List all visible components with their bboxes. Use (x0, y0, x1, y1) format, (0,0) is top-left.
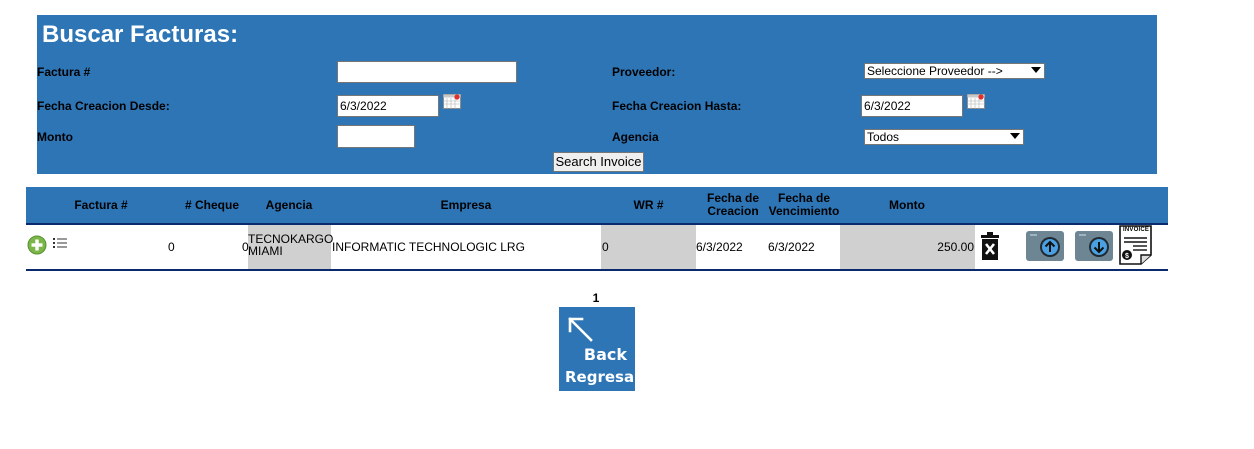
list-icon[interactable] (53, 237, 67, 249)
cell-agencia: TECNOKARGO MIAMI (248, 232, 334, 258)
invoice-icon[interactable]: $ INVOICE (1119, 225, 1152, 265)
column-header-fecha-vencimiento: Fecha de Vencimiento (768, 191, 840, 218)
upload-icon (1030, 234, 1060, 257)
agencia-selected-value: Todos (867, 130, 900, 144)
cell-fecha-vencimiento: 6/3/2022 (768, 240, 815, 254)
column-header-agencia: Agencia (265, 198, 313, 212)
column-header-empresa: Empresa (440, 198, 492, 212)
column-header-wr: WR # (633, 198, 664, 212)
search-panel: Buscar Facturas: Factura # Proveedor: Se… (37, 15, 1157, 174)
back-arrow-icon (568, 317, 593, 342)
agencia-select[interactable]: Todos (864, 129, 1024, 145)
page-title: Buscar Facturas: (42, 21, 239, 48)
chevron-down-icon (1010, 133, 1020, 139)
download-button[interactable] (1075, 231, 1113, 261)
cell-factura: 0 (168, 240, 175, 254)
calendar-icon[interactable] (443, 94, 461, 109)
download-icon (1079, 234, 1109, 257)
proveedor-select[interactable]: Seleccione Proveedor --> (864, 63, 1045, 79)
regresar-label: Regresar (565, 368, 642, 386)
upload-button[interactable] (1026, 231, 1064, 261)
monto-label: Monto (37, 130, 73, 144)
factura-label: Factura # (37, 65, 91, 79)
fecha-desde-input[interactable] (337, 95, 439, 117)
fecha-desde-label: Fecha Creacion Desde: (37, 99, 170, 113)
agencia-label: Agencia (612, 130, 659, 144)
back-button[interactable]: Back Regresar (559, 307, 641, 391)
column-header-factura: Factura # (74, 198, 128, 212)
monto-input[interactable] (337, 125, 415, 148)
cell-monto: 250.00 (937, 240, 974, 254)
column-header-monto: Monto (889, 198, 925, 212)
add-circle-icon[interactable] (27, 235, 47, 255)
cell-fecha-creacion: 6/3/2022 (696, 240, 743, 254)
trash-icon[interactable] (980, 232, 1000, 260)
column-header-cheque: # Cheque (184, 198, 239, 212)
invoice-icon-label: INVOICE (1123, 227, 1150, 233)
cell-wr: 0 (602, 240, 609, 254)
fecha-hasta-input[interactable] (861, 95, 963, 117)
proveedor-selected-value: Seleccione Proveedor --> (867, 64, 1003, 78)
column-header-fecha-creacion: Fecha de Creacion (706, 191, 760, 218)
svg-text:$: $ (1125, 253, 1129, 260)
proveedor-label: Proveedor: (612, 65, 676, 79)
fecha-hasta-label: Fecha Creacion Hasta: (612, 99, 742, 113)
chevron-down-icon (1031, 67, 1041, 73)
search-invoice-button[interactable]: Search Invoice (553, 152, 644, 172)
table-row: 0 0 TECNOKARGO MIAMI INFORMATIC TECHNOLO… (26, 225, 1168, 271)
cell-empresa: INFORMATIC TECHNOLOGIC LRG (332, 240, 525, 254)
table-header: Factura # # Cheque Agencia Empresa WR # … (26, 187, 1168, 225)
pagination-page[interactable]: 1 (590, 291, 602, 305)
calendar-icon[interactable] (967, 94, 985, 109)
factura-input[interactable] (337, 61, 517, 83)
back-label: Back (583, 345, 627, 364)
